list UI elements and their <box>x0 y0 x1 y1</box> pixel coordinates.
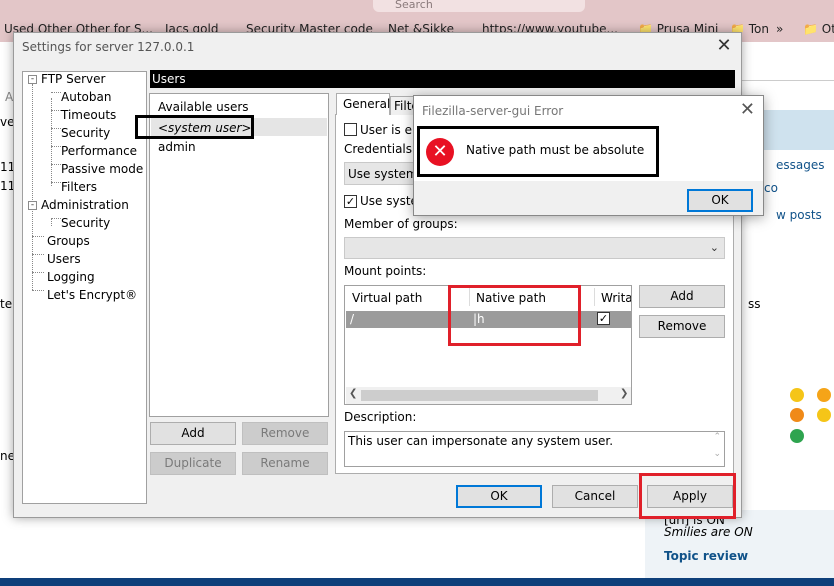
tree-item-passive-mode[interactable]: Passive mode <box>61 162 143 176</box>
error-ok-button[interactable]: OK <box>687 189 753 212</box>
tree-item-users[interactable]: Users <box>47 252 81 266</box>
topic-review-link[interactable]: Topic review <box>664 549 748 563</box>
page-fragment-link[interactable]: co <box>764 181 778 195</box>
smiley-icon[interactable] <box>790 429 804 443</box>
error-dialog-footer: OK <box>414 181 763 215</box>
scrollbar-thumb[interactable] <box>361 390 598 401</box>
close-icon[interactable]: ✕ <box>740 99 755 120</box>
remove-user-button[interactable]: Remove <box>242 422 328 445</box>
page-fragment-link[interactable]: w posts <box>776 208 822 222</box>
page-fragment: Smilies are ON <box>664 525 753 539</box>
page-fragment-panel <box>764 110 834 150</box>
annotation-box-red <box>639 473 736 519</box>
tree-line <box>32 202 33 290</box>
error-dialog: Filezilla-server-gui Error ✕ ✕ Native pa… <box>413 95 764 216</box>
smiley-icon[interactable] <box>817 388 831 402</box>
tree-line <box>51 218 61 219</box>
users-list: Available users <system user> admin <box>149 93 329 417</box>
tree-line <box>32 290 44 291</box>
horizontal-scrollbar[interactable]: ❮ ❯ <box>346 387 631 404</box>
tree-item-autoban[interactable]: Autoban <box>61 90 111 104</box>
chevron-down-icon: ⌄ <box>709 241 719 254</box>
tree-line <box>51 164 61 165</box>
mount-remove-button[interactable]: Remove <box>639 315 725 338</box>
tree-item-filters[interactable]: Filters <box>61 180 97 194</box>
smiley-icon[interactable] <box>817 408 831 422</box>
tree-item-performance[interactable]: Performance <box>61 144 137 158</box>
scroll-right-icon[interactable]: ❯ <box>620 388 628 399</box>
smiley-icon[interactable] <box>790 388 804 402</box>
browser-search-box[interactable]: Search <box>373 0 585 12</box>
tree-line <box>32 272 44 273</box>
tree-line <box>51 110 61 111</box>
page-fragment: te <box>0 297 13 311</box>
settings-tree: - FTP Server Autoban Timeouts Security P… <box>22 71 147 504</box>
mount-points-label: Mount points: <box>344 264 427 278</box>
annotation-box-black <box>135 115 254 139</box>
tree-item-logging[interactable]: Logging <box>47 270 95 284</box>
rename-user-button[interactable]: Rename <box>242 452 328 475</box>
description-text: This user can impersonate any system use… <box>348 434 614 448</box>
tree-item-administration[interactable]: Administration <box>41 198 129 212</box>
users-list-item-admin[interactable]: admin <box>158 140 196 154</box>
tree-item-groups[interactable]: Groups <box>47 234 90 248</box>
member-of-groups-select[interactable]: ⌄ <box>344 237 725 259</box>
bookmark-folder-other[interactable]: 📁 Oth <box>803 22 834 36</box>
user-enabled-label: User is enabled <box>360 123 414 137</box>
tree-item-admin-security[interactable]: Security <box>61 216 110 230</box>
use-system-credentials-checkbox[interactable]: ✓ <box>344 195 357 208</box>
annotation-box-red <box>448 285 581 346</box>
ok-button[interactable]: OK <box>456 485 542 508</box>
smiley-icon[interactable] <box>790 408 804 422</box>
description-textarea[interactable]: This user can impersonate any system use… <box>344 431 725 467</box>
credentials-select[interactable]: Use system credentials <box>344 162 418 185</box>
use-system-credentials-label: Use system credentials to access files <box>360 194 414 208</box>
mount-add-button[interactable]: Add <box>639 285 725 308</box>
tab-general[interactable]: General <box>336 93 390 115</box>
bookmark-label: Ton <box>748 22 770 36</box>
collapse-icon[interactable]: - <box>28 75 37 84</box>
tree-item-lets-encrypt[interactable]: Let's Encrypt® <box>47 288 137 302</box>
scroll-up-icon[interactable]: ⌃ <box>713 432 721 442</box>
column-header-writable[interactable]: Writable <box>594 286 631 308</box>
tree-item-timeouts[interactable]: Timeouts <box>61 108 116 122</box>
tree-line <box>51 128 61 129</box>
description-label: Description: <box>344 410 417 424</box>
tree-line <box>51 92 61 93</box>
cancel-button[interactable]: Cancel <box>552 485 638 508</box>
user-enabled-checkbox[interactable] <box>344 123 357 136</box>
tree-line <box>51 146 61 147</box>
page-fragment: A <box>5 90 14 104</box>
tree-line <box>51 218 52 226</box>
bookmarks-overflow-chevron[interactable]: » <box>776 22 783 36</box>
error-dialog-title: Filezilla-server-gui Error <box>422 104 564 118</box>
page-fragment-link[interactable]: essages <box>776 158 825 172</box>
virtual-path-cell[interactable]: / <box>350 312 354 326</box>
add-user-button[interactable]: Add <box>150 422 236 445</box>
tree-item-security[interactable]: Security <box>61 126 110 140</box>
page-fragment: ss <box>748 297 761 311</box>
section-header: Users <box>150 70 735 88</box>
tree-line <box>51 182 61 183</box>
settings-dialog-title: Settings for server 127.0.0.1 <box>22 40 195 54</box>
browser-search-text: Search <box>395 0 433 11</box>
duplicate-user-button[interactable]: Duplicate <box>150 452 236 475</box>
tree-line <box>32 254 44 255</box>
tree-line <box>32 236 44 237</box>
scroll-left-icon[interactable]: ❮ <box>349 388 357 399</box>
tree-line <box>51 98 52 186</box>
bookmark-label: Oth <box>821 22 834 36</box>
credentials-label: Credentials: <box>344 142 417 156</box>
scroll-down-icon[interactable]: ⌄ <box>713 449 721 459</box>
annotation-box-black <box>417 126 659 177</box>
users-list-heading: Available users <box>158 100 249 114</box>
page-bottom-bar <box>0 578 834 586</box>
tree-line <box>32 84 33 208</box>
tree-item-ftp-server[interactable]: FTP Server <box>41 72 105 86</box>
collapse-icon[interactable]: - <box>28 201 37 210</box>
writable-checkbox[interactable]: ✓ <box>597 312 610 325</box>
close-icon[interactable]: ✕ <box>711 34 737 58</box>
member-of-groups-label: Member of groups: <box>344 217 458 231</box>
